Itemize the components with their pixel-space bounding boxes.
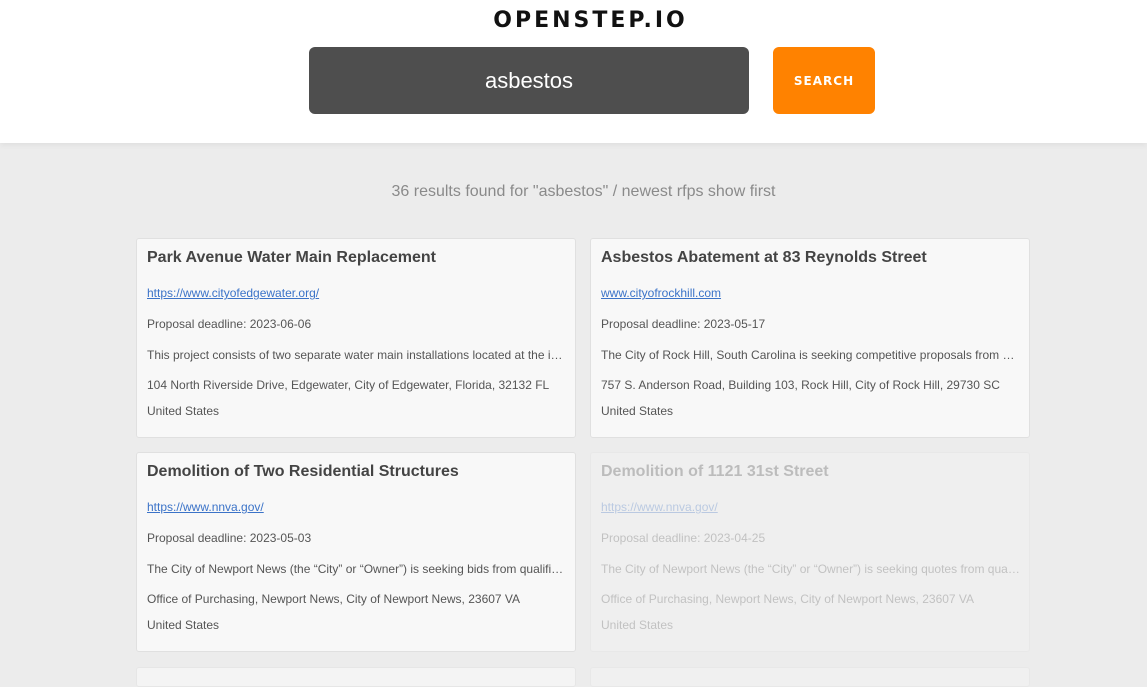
rfp-link[interactable]: www.cityofrockhill.com: [601, 286, 721, 300]
rfp-link[interactable]: https://www.nnva.gov/: [601, 500, 718, 514]
rfp-card-partial[interactable]: [590, 667, 1030, 687]
rfp-country: United States: [147, 618, 220, 632]
site-logo[interactable]: OPENSTEP.IO: [0, 8, 1147, 33]
rfp-description: The City of Rock Hill, South Carolina is…: [601, 348, 1021, 362]
rfp-description: The City of Newport News (the “City” or …: [147, 562, 567, 576]
rfp-title[interactable]: Asbestos Abatement at 83 Reynolds Street: [601, 249, 927, 267]
rfp-deadline: Proposal deadline: 2023-04-25: [601, 531, 766, 545]
rfp-link[interactable]: https://www.nnva.gov/: [147, 500, 264, 514]
rfp-title[interactable]: Demolition of 1121 31st Street: [601, 463, 829, 481]
rfp-card[interactable]: Park Avenue Water Main Replacement https…: [136, 238, 576, 438]
rfp-description: The City of Newport News (the “City” or …: [601, 562, 1021, 576]
rfp-deadline: Proposal deadline: 2023-05-17: [601, 317, 766, 331]
rfp-deadline: Proposal deadline: 2023-06-06: [147, 317, 312, 331]
results-summary: 36 results found for "asbestos" / newest…: [391, 183, 776, 200]
search-input[interactable]: [309, 47, 749, 114]
rfp-card[interactable]: Demolition of Two Residential Structures…: [136, 452, 576, 652]
rfp-title[interactable]: Park Avenue Water Main Replacement: [147, 249, 436, 267]
rfp-card-partial[interactable]: [136, 667, 576, 687]
rfp-deadline: Proposal deadline: 2023-05-03: [147, 531, 312, 545]
rfp-address: 104 North Riverside Drive, Edgewater, Ci…: [147, 378, 550, 392]
rfp-address: 757 S. Anderson Road, Building 103, Rock…: [601, 378, 1000, 392]
rfp-country: United States: [147, 404, 220, 418]
search-button[interactable]: SEARCH: [773, 47, 875, 114]
rfp-title[interactable]: Demolition of Two Residential Structures: [147, 463, 459, 481]
rfp-address: Office of Purchasing, Newport News, City…: [601, 592, 975, 606]
rfp-link[interactable]: https://www.cityofedgewater.org/: [147, 286, 319, 300]
rfp-address: Office of Purchasing, Newport News, City…: [147, 592, 521, 606]
rfp-country: United States: [601, 404, 674, 418]
rfp-description: This project consists of two separate wa…: [147, 348, 563, 362]
rfp-country: United States: [601, 618, 674, 632]
site-header: OPENSTEP.IO SEARCH: [0, 0, 1147, 143]
rfp-card[interactable]: Asbestos Abatement at 83 Reynolds Street…: [590, 238, 1030, 438]
rfp-card[interactable]: Demolition of 1121 31st Street https://w…: [590, 452, 1030, 652]
